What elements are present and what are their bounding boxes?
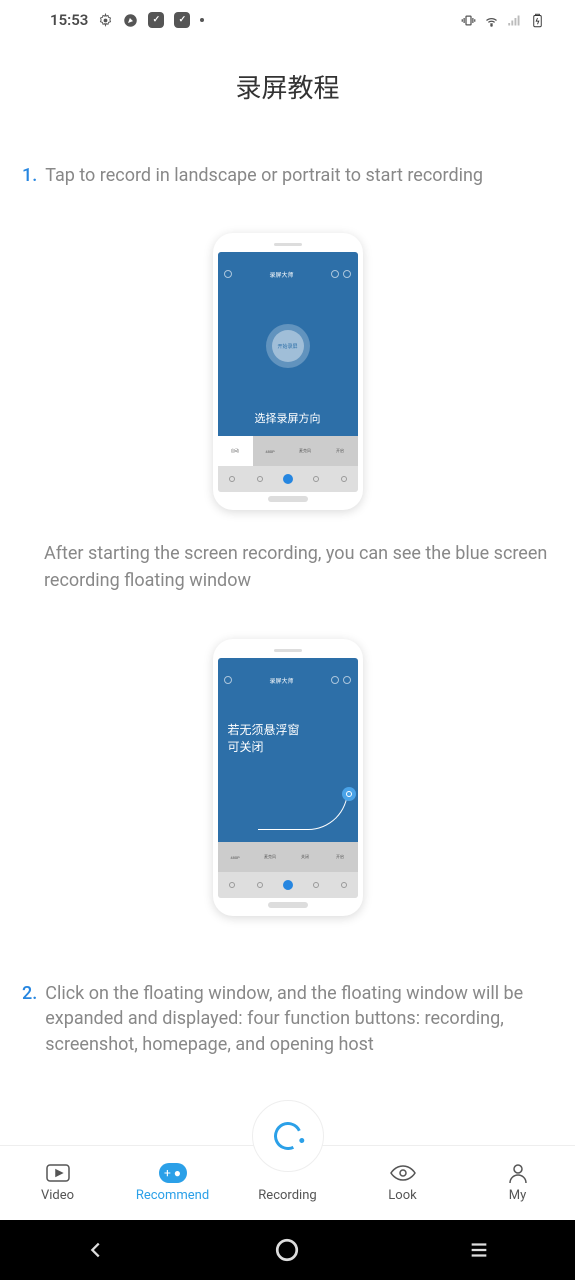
wifi-icon — [484, 13, 499, 28]
notification-icon-2 — [174, 12, 190, 28]
vibrate-icon — [461, 13, 476, 28]
tab-look[interactable]: Look — [345, 1146, 460, 1220]
settings-icon — [98, 13, 113, 28]
mock-header-title: 录屏大师 — [269, 270, 293, 279]
phone-mockup-2: 录屏大师 若无须悬浮窗 可关闭 480P 麦克风 关闭 开启 — [213, 639, 363, 916]
recording-fab-icon — [270, 1118, 306, 1154]
step-2: 2. Click on the floating window, and the… — [22, 981, 553, 1057]
battery-icon — [530, 13, 545, 28]
step-1: 1. Tap to record in landscape or portrai… — [22, 163, 553, 188]
mock-floating-button — [342, 787, 356, 801]
recommend-icon: + ● — [159, 1163, 187, 1183]
step-1-description: After starting the screen recording, you… — [22, 540, 553, 594]
tab-recording-label: Recording — [258, 1188, 316, 1203]
eye-icon — [389, 1163, 417, 1183]
mock2-line1: 若无须悬浮窗 — [228, 722, 348, 739]
mock-record-button: 开始录屏 — [266, 324, 310, 368]
nav-recent-button[interactable] — [464, 1235, 494, 1265]
mock2-line2: 可关闭 — [228, 739, 348, 756]
tab-look-label: Look — [388, 1188, 416, 1203]
notification-icon-1 — [148, 12, 164, 28]
more-notifications-dot — [200, 18, 204, 22]
signal-icon — [507, 13, 522, 28]
video-icon — [44, 1163, 72, 1183]
tab-recommend-label: Recommend — [136, 1188, 209, 1203]
step-2-text: Click on the floating window, and the fl… — [45, 981, 553, 1057]
mock-gear-icon — [224, 270, 232, 278]
status-right — [461, 13, 545, 28]
status-bar: 15:53 — [0, 0, 575, 40]
mock-curve-indicator — [258, 790, 348, 830]
system-navigation-bar — [0, 1220, 575, 1280]
step-1-number: 1. — [22, 163, 37, 188]
compass-icon — [123, 13, 138, 28]
tab-my-label: My — [509, 1188, 527, 1203]
phone-mockup-1: 录屏大师 开始录屏 选择录屏方向 自动 480P — [213, 233, 363, 510]
tab-video[interactable]: Video — [0, 1146, 115, 1220]
user-icon — [504, 1163, 532, 1183]
nav-back-button[interactable] — [81, 1235, 111, 1265]
recording-fab[interactable] — [252, 1100, 324, 1172]
tutorial-content[interactable]: 1. Tap to record in landscape or portrai… — [0, 123, 575, 1203]
step-2-number: 2. — [22, 981, 37, 1057]
phone-speaker — [274, 243, 302, 246]
page-title: 录屏教程 — [0, 40, 575, 123]
phone-screen-1: 录屏大师 开始录屏 选择录屏方向 自动 480P — [218, 252, 358, 492]
status-left: 15:53 — [50, 11, 204, 29]
mock-overlay-text: 选择录屏方向 — [255, 410, 321, 426]
tab-video-label: Video — [41, 1188, 74, 1203]
status-time: 15:53 — [50, 11, 88, 29]
tab-my[interactable]: My — [460, 1146, 575, 1220]
step-1-text: Tap to record in landscape or portrait t… — [45, 163, 553, 188]
nav-home-button[interactable] — [272, 1235, 302, 1265]
tab-recommend[interactable]: + ● Recommend — [115, 1146, 230, 1220]
